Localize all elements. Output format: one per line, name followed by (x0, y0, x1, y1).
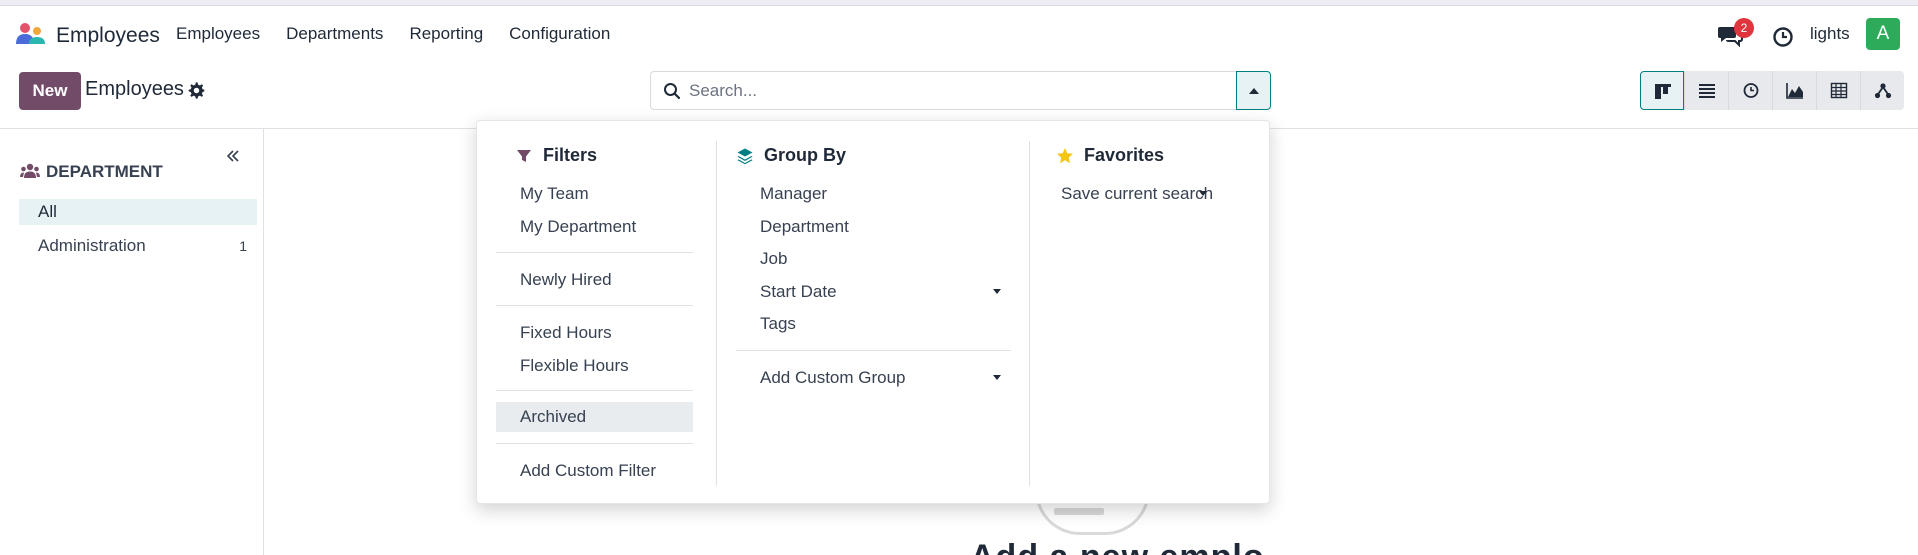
main-menu: Employees Departments Reporting Configur… (176, 24, 610, 44)
group-by-separator (736, 350, 1011, 351)
graph-view-button[interactable] (1772, 71, 1816, 110)
user-name[interactable]: lights (1810, 24, 1850, 44)
star-icon (1057, 147, 1073, 163)
clock-icon (1743, 83, 1759, 98)
new-button[interactable]: New (19, 72, 81, 110)
column-divider (716, 141, 717, 486)
filter-archived[interactable]: Archived (496, 402, 693, 432)
group-by-manager[interactable]: Manager (736, 179, 1011, 209)
kanban-icon (1655, 84, 1671, 99)
filter-icon (517, 149, 531, 162)
caret-up-icon (1249, 88, 1259, 94)
hierarchy-icon (1874, 83, 1892, 99)
sidebar-item-all[interactable]: All (19, 199, 257, 225)
list-icon (1699, 84, 1715, 98)
caret-down-icon (993, 289, 1001, 294)
group-by-start-date[interactable]: Start Date (736, 277, 1011, 307)
page-title: Employees (85, 78, 184, 100)
collapse-sidebar-icon[interactable] (226, 149, 240, 163)
caret-down-icon (1199, 191, 1207, 196)
sidebar-heading: DEPARTMENT (46, 162, 163, 181)
chat-badge: 2 (1734, 18, 1754, 38)
filter-my-department[interactable]: My Department (496, 212, 693, 242)
save-current-search[interactable]: Save current search (1037, 179, 1237, 209)
sidebar-item-administration[interactable]: Administration 1 (19, 233, 257, 259)
search-options-dropdown: Filters My Team My Department Newly Hire… (476, 120, 1270, 504)
gear-icon[interactable] (188, 82, 205, 99)
add-custom-group[interactable]: Add Custom Group (736, 363, 1011, 393)
search-input[interactable] (689, 79, 1219, 103)
menu-reporting[interactable]: Reporting (409, 24, 483, 44)
kanban-view-button[interactable] (1640, 71, 1684, 110)
filter-fixed-hours[interactable]: Fixed Hours (496, 318, 693, 348)
department-sidebar: DEPARTMENT All Administration 1 (0, 129, 264, 555)
list-view-button[interactable] (1684, 71, 1728, 110)
filter-separator (496, 305, 693, 306)
search-bar (650, 71, 1236, 110)
employees-app-icon[interactable] (15, 22, 47, 46)
filter-separator (496, 252, 693, 253)
activity-view-button[interactable] (1728, 71, 1772, 110)
filter-my-team[interactable]: My Team (496, 179, 693, 209)
favorites-heading: Favorites (1056, 145, 1164, 166)
filter-separator (496, 390, 693, 391)
users-icon (20, 163, 40, 178)
avatar[interactable]: A (1866, 18, 1900, 50)
menu-employees[interactable]: Employees (176, 24, 260, 44)
filter-newly-hired[interactable]: Newly Hired (496, 265, 693, 295)
clock-icon[interactable] (1772, 26, 1794, 48)
group-by-tags[interactable]: Tags (736, 309, 1011, 339)
group-by-heading: Group By (736, 145, 846, 166)
navbar: Employees Employees Departments Reportin… (0, 6, 1918, 62)
filters-heading: Filters (515, 145, 597, 166)
filter-flexible-hours[interactable]: Flexible Hours (496, 351, 693, 381)
group-by-job[interactable]: Job (736, 244, 1011, 274)
menu-departments[interactable]: Departments (286, 24, 383, 44)
table-icon (1830, 82, 1848, 99)
column-divider (1029, 141, 1030, 486)
search-icon (664, 83, 681, 100)
search-options-toggle[interactable] (1236, 71, 1271, 110)
hierarchy-view-button[interactable] (1860, 71, 1904, 110)
sidebar-item-label: All (38, 202, 57, 221)
sidebar-item-count: 1 (239, 238, 247, 254)
empty-state-heading: Add a new emplo (970, 538, 1265, 555)
area-chart-icon (1786, 83, 1803, 99)
app-name[interactable]: Employees (56, 24, 160, 48)
view-switcher (1640, 71, 1904, 110)
pivot-view-button[interactable] (1816, 71, 1860, 110)
layers-icon (737, 148, 753, 164)
group-by-department[interactable]: Department (736, 212, 1011, 242)
caret-down-icon (993, 375, 1001, 380)
filter-separator (496, 443, 693, 444)
add-custom-filter[interactable]: Add Custom Filter (496, 456, 693, 486)
menu-configuration[interactable]: Configuration (509, 24, 610, 44)
sidebar-item-label: Administration (38, 236, 146, 255)
